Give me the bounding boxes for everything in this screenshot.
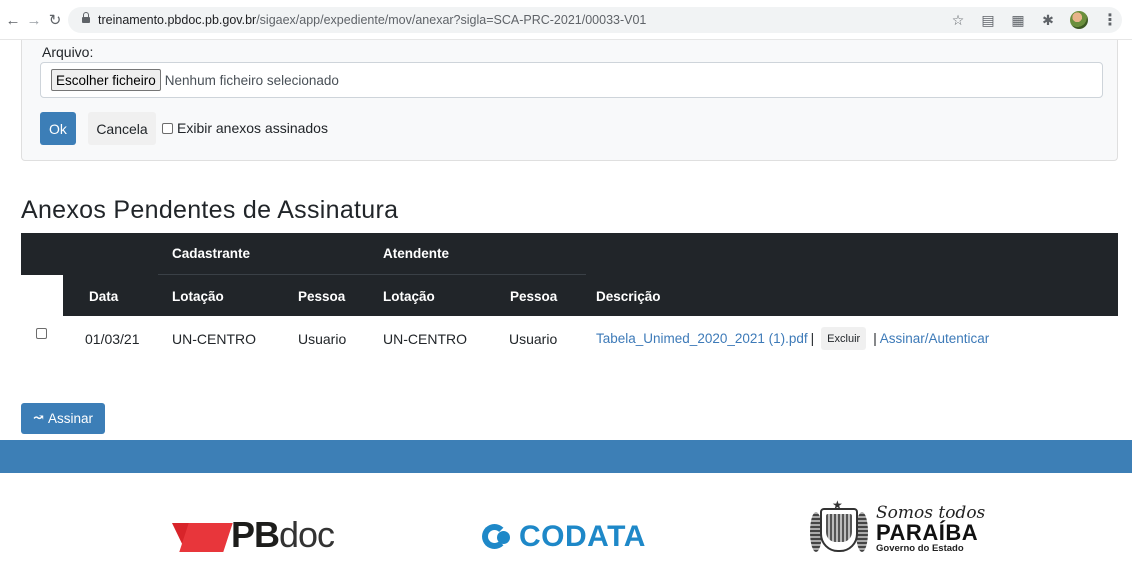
pbdoc-wordmark: PBdoc — [231, 514, 335, 556]
excluir-button[interactable]: Excluir — [821, 327, 867, 350]
assinar-autenticar-link[interactable]: Assinar/Autenticar — [880, 331, 990, 346]
separator: | — [810, 331, 815, 346]
show-signed-label: Exibir anexos assinados — [177, 120, 328, 136]
row-select-checkbox[interactable] — [36, 328, 47, 339]
back-arrow-icon[interactable]: ← — [2, 9, 24, 31]
upload-card: Arquivo: Escolher ficheiro Nenhum fichei… — [21, 40, 1118, 161]
lock-icon[interactable] — [82, 11, 90, 25]
cell-cad-lotacao: UN-CENTRO — [172, 331, 256, 347]
column-header-at-lotacao: Lotação — [383, 289, 435, 304]
group-header-divider — [158, 274, 586, 275]
footer-bar — [0, 440, 1132, 473]
show-signed-checkbox[interactable] — [162, 122, 173, 134]
column-header-data: Data — [89, 289, 119, 304]
reload-icon[interactable]: ↻ — [44, 9, 66, 31]
reader-icon[interactable]: ▤ — [980, 12, 996, 29]
pbdoc-mark-icon — [172, 518, 229, 552]
assinar-button[interactable]: ↝ Assinar — [21, 403, 105, 434]
group-header-cadastrante: Cadastrante — [172, 246, 251, 261]
paraiba-seal-icon: ★ — [808, 498, 870, 560]
cell-at-lotacao: UN-CENTRO — [383, 331, 467, 347]
table-header: Cadastrante Atendente Data Lotação Pesso… — [21, 233, 1118, 316]
url-text[interactable]: treinamento.pbdoc.pb.gov.br/sigaex/app/e… — [98, 13, 646, 27]
cell-descricao: Tabela_Unimed_2020_2021 (1).pdf | Exclui… — [596, 327, 989, 350]
group-header-atendente: Atendente — [383, 246, 450, 261]
puzzle-icon[interactable]: ✱ — [1040, 12, 1056, 29]
cell-data: 01/03/21 — [85, 331, 140, 347]
pbdoc-light: doc — [279, 514, 335, 555]
cell-at-pessoa: Usuario — [509, 331, 558, 347]
forward-arrow-icon[interactable]: → — [23, 9, 45, 31]
separator: | — [873, 331, 877, 346]
column-header-cad-pessoa: Pessoa — [298, 289, 346, 304]
signature-icon: ↝ — [33, 411, 44, 426]
paraiba-wordmark: Somos todos PARAÍBA Governo do Estado — [876, 504, 985, 554]
menu-icon[interactable]: ⋮ — [1102, 10, 1118, 30]
avatar-icon[interactable] — [1070, 11, 1088, 29]
url-host: treinamento.pbdoc.pb.gov.br — [98, 13, 257, 27]
column-header-descricao: Descrição — [596, 289, 661, 304]
star-icon[interactable]: ☆ — [950, 12, 966, 29]
address-bar[interactable]: treinamento.pbdoc.pb.gov.br/sigaex/app/e… — [68, 7, 1122, 33]
attachment-file-link[interactable]: Tabela_Unimed_2020_2021 (1).pdf — [596, 331, 808, 346]
table-row: 01/03/21 UN-CENTRO Usuario UN-CENTRO Usu… — [21, 316, 1118, 360]
cell-cad-pessoa: Usuario — [298, 331, 347, 347]
pb-governo: Governo do Estado — [876, 542, 964, 554]
column-header-at-pessoa: Pessoa — [510, 289, 558, 304]
codata-logo: CODATA — [482, 520, 646, 554]
show-signed-attachments-toggle[interactable]: Exibir anexos assinados — [162, 120, 328, 136]
paraiba-logo: ★ Somos todos PARAÍBA Governo do Estado — [808, 498, 985, 560]
grid-icon[interactable]: ▦ — [1010, 12, 1026, 29]
url-path: /sigaex/app/expediente/mov/anexar?sigla=… — [256, 13, 647, 27]
file-status-text: Nenhum ficheiro selecionado — [164, 72, 339, 88]
codata-wordmark: CODATA — [519, 520, 646, 553]
codata-mark-icon — [482, 522, 517, 552]
pbdoc-logo: PBdoc — [172, 514, 335, 556]
assinar-label: Assinar — [47, 411, 93, 426]
column-header-cad-lotacao: Lotação — [172, 289, 224, 304]
pbdoc-bold: PB — [231, 514, 280, 555]
file-input[interactable]: Escolher ficheiro Nenhum ficheiro seleci… — [40, 62, 1103, 98]
section-title: Anexos Pendentes de Assinatura — [21, 196, 399, 224]
toolbar-icons: ☆ ▤ ▦ ✱ ⋮ — [950, 7, 1122, 33]
pb-name: PARAÍBA — [876, 519, 979, 545]
cancel-button[interactable]: Cancela — [88, 112, 156, 145]
browser-toolbar: ← → ↻ treinamento.pbdoc.pb.gov.br/sigaex… — [0, 0, 1132, 40]
choose-file-button[interactable]: Escolher ficheiro — [51, 69, 161, 91]
select-column-header — [21, 275, 63, 316]
arquivo-label: Arquivo: — [42, 44, 94, 60]
ok-button[interactable]: Ok — [40, 112, 76, 145]
